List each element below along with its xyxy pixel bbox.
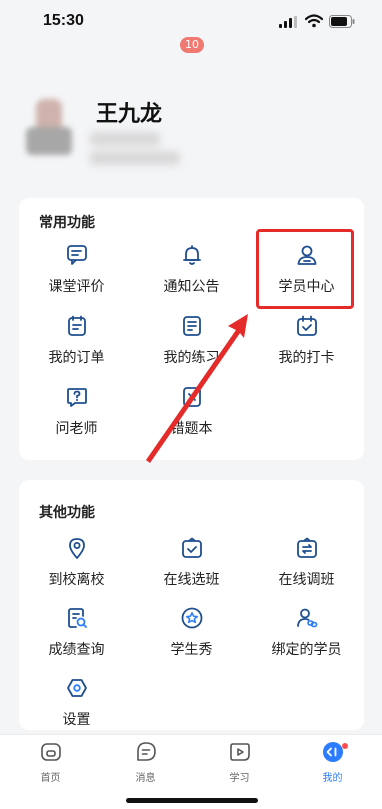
grid-item-score-query[interactable]: 成绩查询 <box>19 606 134 666</box>
home-icon <box>41 743 61 761</box>
grid-item-ask-teacher[interactable]: 问老师 <box>19 385 134 445</box>
grid-item-label: 学生秀 <box>170 642 213 658</box>
grid-item-label: 通知公告 <box>163 279 220 295</box>
grid-item-label: 我的练习 <box>163 350 220 366</box>
score-search-icon <box>68 608 87 628</box>
tab-label: 消息 <box>135 773 156 784</box>
grid-item-settings[interactable]: 设置 <box>19 676 134 736</box>
grid-item-label: 设置 <box>62 712 91 728</box>
grid-item-error-book[interactable]: 错题本 <box>134 385 249 445</box>
exercise-icon <box>183 316 201 336</box>
notice-badge: 10 <box>180 37 204 53</box>
tab-mine[interactable]: 我的 <box>285 741 380 784</box>
battery-icon <box>329 15 355 28</box>
other-functions-card: 其他功能 到校离校 在线选班 在线调班 成绩查询 学生秀 绑定的学员 设置 <box>19 480 364 730</box>
grid-item-notice[interactable]: 通知公告 <box>134 243 249 303</box>
select-class-icon <box>182 537 202 558</box>
notification-dot <box>342 743 348 749</box>
grid-item-label: 绑定的学员 <box>271 642 342 658</box>
grid-item-online-class-selection[interactable]: 在线选班 <box>134 536 249 596</box>
grid-item-bound-students[interactable]: 绑定的学员 <box>249 606 364 666</box>
user-info-blurred <box>90 128 270 165</box>
grid-item-my-orders[interactable]: 我的订单 <box>19 314 134 374</box>
grid-item-label: 我的打卡 <box>278 350 335 366</box>
tab-label: 首页 <box>40 773 61 784</box>
grid-item-student-show[interactable]: 学生秀 <box>134 606 249 666</box>
play-icon <box>230 743 250 761</box>
settings-icon <box>67 679 87 697</box>
grid-item-my-checkin[interactable]: 我的打卡 <box>249 314 364 374</box>
tab-study[interactable]: 学习 <box>192 741 287 784</box>
grid-item-label: 成绩查询 <box>48 642 105 658</box>
grid-item-label: 到校离校 <box>48 572 105 588</box>
question-icon <box>67 388 87 407</box>
message-icon <box>137 742 156 761</box>
star-icon <box>181 607 203 629</box>
other-functions-title: 其他功能 <box>39 505 95 521</box>
switch-class-icon <box>297 537 317 558</box>
avatar[interactable] <box>26 99 74 157</box>
link-person-icon <box>297 608 318 628</box>
tab-home[interactable]: 首页 <box>3 741 98 784</box>
grid-item-class-evaluation[interactable]: 课堂评价 <box>19 243 134 303</box>
chat-icon <box>67 245 87 265</box>
grid-item-school-attendance[interactable]: 到校离校 <box>19 536 134 596</box>
wifi-icon <box>305 14 323 28</box>
user-name: 王九龙 <box>96 102 163 127</box>
profile-header: 王九龙 <box>0 44 382 184</box>
signal-icon <box>279 16 297 28</box>
tab-label: 学习 <box>229 773 250 784</box>
checkin-calendar-icon <box>297 315 317 336</box>
tab-messages[interactable]: 消息 <box>98 741 193 784</box>
home-indicator <box>126 798 258 803</box>
grid-item-label: 错题本 <box>170 421 213 437</box>
error-book-icon <box>183 387 201 407</box>
annotation-highlight-box <box>256 229 354 309</box>
grid-item-label: 课堂评价 <box>48 279 105 295</box>
grid-item-label: 问老师 <box>55 421 98 437</box>
status-time: 15:30 <box>43 12 84 29</box>
bell-icon <box>183 245 201 265</box>
order-icon <box>68 315 86 336</box>
profile-icon <box>323 742 343 762</box>
grid-item-label: 在线调班 <box>278 572 335 588</box>
grid-item-label: 我的订单 <box>48 350 105 366</box>
grid-item-online-class-transfer[interactable]: 在线调班 <box>249 536 364 596</box>
tab-label: 我的 <box>322 773 343 784</box>
grid-item-my-exercises[interactable]: 我的练习 <box>134 314 249 374</box>
grid-item-label: 在线选班 <box>163 572 220 588</box>
common-functions-title: 常用功能 <box>39 215 95 231</box>
location-icon <box>69 538 85 559</box>
